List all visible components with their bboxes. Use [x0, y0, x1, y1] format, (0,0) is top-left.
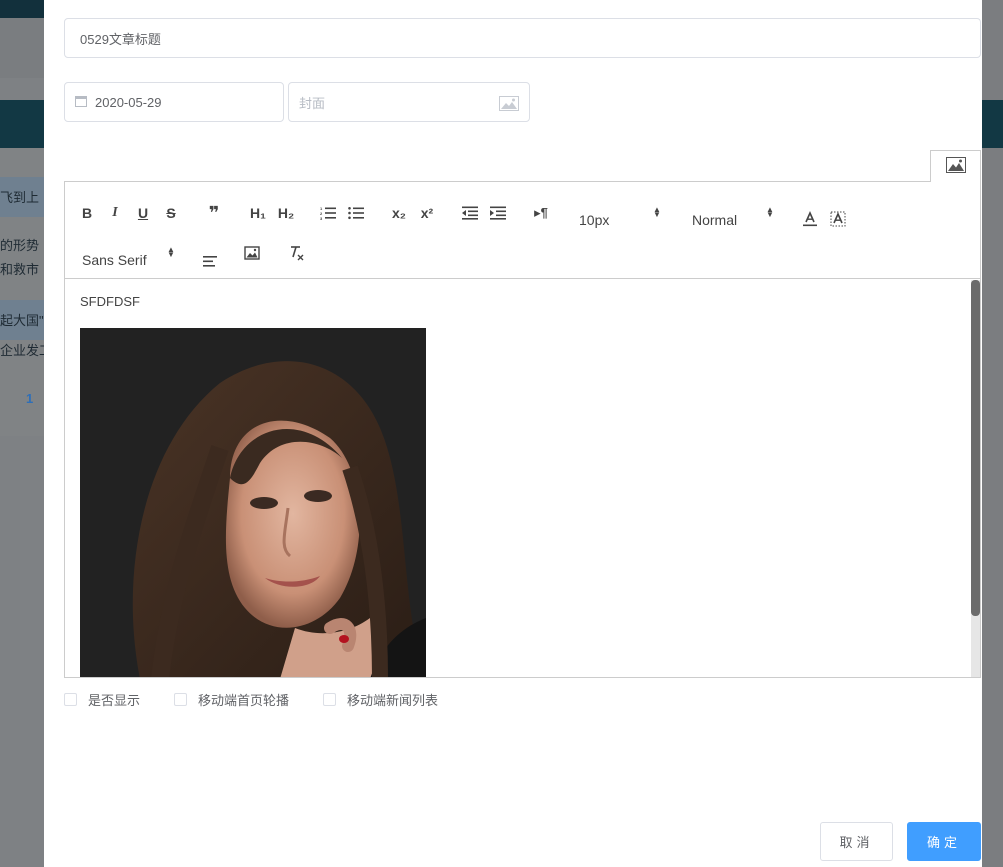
- editor-scrollbar-thumb[interactable]: [971, 280, 980, 616]
- checkbox-box[interactable]: [323, 693, 337, 706]
- rich-text-editor: B I U S ❞ H₁ H₂ 123 x₂ x² ▸¶ 10px ▲ ▼ No…: [64, 181, 981, 678]
- header1-button[interactable]: H₁: [247, 202, 269, 224]
- confirm-button[interactable]: 确定: [907, 822, 981, 861]
- background-page-number: 1: [26, 391, 34, 406]
- editor-content[interactable]: SFDFDSF: [65, 280, 980, 677]
- checkbox-mobile-news-list[interactable]: 移动端新闻列表: [323, 690, 438, 709]
- date-picker[interactable]: 2020-05-29: [64, 82, 284, 122]
- article-edit-dialog: 0529文章标题 2020-05-29 封面 B I U S ❞ H₁ H₂ 1…: [44, 0, 982, 867]
- superscript-button[interactable]: x²: [417, 202, 437, 224]
- picker-arrows-icon: ▲ ▼: [766, 205, 774, 219]
- background-text: 和救市: [0, 262, 40, 277]
- checkbox-mobile-carousel[interactable]: 移动端首页轮播: [174, 690, 289, 709]
- editor-toolbar: B I U S ❞ H₁ H₂ 123 x₂ x² ▸¶ 10px ▲ ▼ No…: [65, 182, 980, 279]
- background-right-navbar: [982, 100, 1003, 148]
- cover-placeholder: 封面: [299, 95, 326, 111]
- italic-button[interactable]: I: [107, 202, 123, 224]
- blockquote-button[interactable]: ❞: [205, 202, 223, 224]
- cover-input[interactable]: 封面: [288, 82, 530, 122]
- inserted-photo: [80, 328, 426, 677]
- align-icon[interactable]: [201, 250, 219, 272]
- subscript-button[interactable]: x₂: [389, 202, 409, 224]
- checkbox-box[interactable]: [64, 693, 77, 706]
- date-value: 2020-05-29: [95, 94, 162, 110]
- calendar-icon: [75, 95, 87, 107]
- header-value: Normal: [692, 212, 738, 228]
- text-direction-button[interactable]: ▸¶: [531, 202, 551, 224]
- insert-image-button[interactable]: [930, 150, 981, 182]
- strike-button[interactable]: S: [163, 202, 179, 224]
- picker-arrows-icon: ▲ ▼: [167, 245, 175, 259]
- image-icon: [499, 96, 519, 114]
- background-text: 飞到上: [0, 190, 40, 205]
- bullet-list-icon[interactable]: [347, 202, 365, 224]
- indent-icon[interactable]: [489, 202, 507, 224]
- clear-format-icon[interactable]: [287, 242, 305, 264]
- underline-button[interactable]: U: [135, 202, 151, 224]
- image-icon: [945, 157, 966, 176]
- display-options: 是否显示 移动端首页轮播 移动端新闻列表: [64, 690, 472, 709]
- checkbox-show[interactable]: 是否显示: [64, 690, 140, 709]
- picker-arrows-icon: ▲ ▼: [653, 205, 661, 219]
- font-family-picker[interactable]: Sans Serif ▲ ▼: [82, 245, 178, 270]
- background-text: 企业发工: [0, 343, 44, 358]
- checkbox-label: 是否显示: [88, 693, 141, 708]
- title-input-value: 0529文章标题: [80, 31, 161, 47]
- font-family-value: Sans Serif: [82, 252, 147, 268]
- image-icon[interactable]: [243, 242, 261, 264]
- checkbox-label: 移动端首页轮播: [198, 693, 290, 708]
- checkbox-label: 移动端新闻列表: [347, 693, 439, 708]
- title-input[interactable]: 0529文章标题: [64, 18, 981, 58]
- cancel-button[interactable]: 取消: [820, 822, 893, 861]
- checkbox-box[interactable]: [174, 693, 188, 706]
- svg-text:3: 3: [320, 216, 323, 220]
- font-size-value: 10px: [579, 212, 610, 228]
- text-color-icon[interactable]: [801, 208, 819, 230]
- header2-button[interactable]: H₂: [275, 202, 297, 224]
- outdent-icon[interactable]: [461, 202, 479, 224]
- header-picker[interactable]: Normal ▲ ▼: [692, 205, 776, 230]
- bold-button[interactable]: B: [79, 202, 95, 224]
- background-text: 起大国"的: [0, 313, 44, 328]
- editor-paragraph: SFDFDSF: [80, 294, 140, 309]
- editor-scrollbar[interactable]: [971, 280, 980, 677]
- background-text: 的形势: [0, 238, 40, 253]
- background-color-icon[interactable]: [829, 208, 847, 230]
- font-size-picker[interactable]: 10px ▲ ▼: [579, 205, 663, 230]
- ordered-list-icon[interactable]: 123: [319, 202, 337, 224]
